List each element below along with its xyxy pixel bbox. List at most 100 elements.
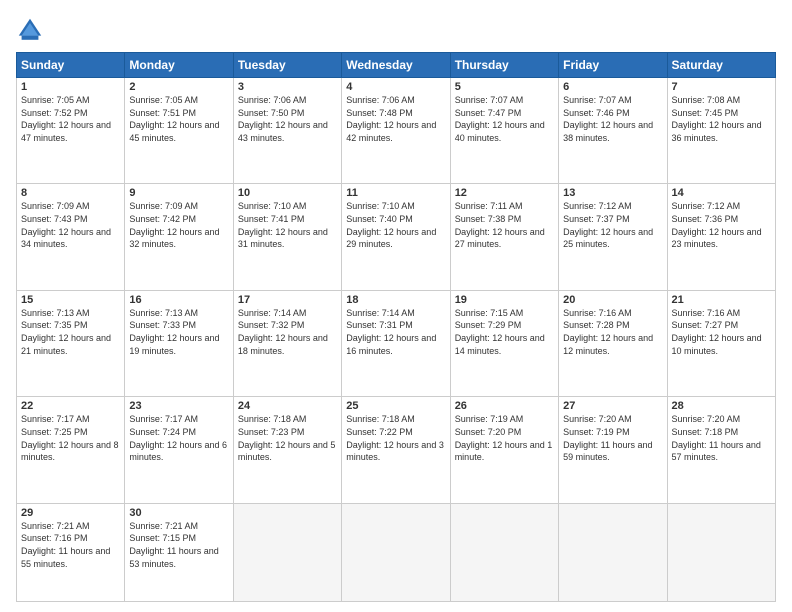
day-number: 28 bbox=[672, 400, 771, 412]
logo-icon bbox=[16, 16, 44, 44]
calendar-cell bbox=[450, 503, 558, 601]
day-info: Sunrise: 7:09 AM Sunset: 7:43 PM Dayligh… bbox=[21, 200, 120, 250]
calendar-cell: 5Sunrise: 7:07 AM Sunset: 7:47 PM Daylig… bbox=[450, 78, 558, 184]
calendar-cell bbox=[667, 503, 775, 601]
weekday-header-thursday: Thursday bbox=[450, 53, 558, 78]
calendar-cell: 29Sunrise: 7:21 AM Sunset: 7:16 PM Dayli… bbox=[17, 503, 125, 601]
day-number: 3 bbox=[238, 81, 337, 93]
calendar-cell bbox=[559, 503, 667, 601]
calendar-cell: 3Sunrise: 7:06 AM Sunset: 7:50 PM Daylig… bbox=[233, 78, 341, 184]
calendar-cell bbox=[233, 503, 341, 601]
day-info: Sunrise: 7:21 AM Sunset: 7:15 PM Dayligh… bbox=[129, 520, 228, 570]
day-number: 11 bbox=[346, 187, 445, 199]
calendar-cell: 30Sunrise: 7:21 AM Sunset: 7:15 PM Dayli… bbox=[125, 503, 233, 601]
day-info: Sunrise: 7:10 AM Sunset: 7:40 PM Dayligh… bbox=[346, 200, 445, 250]
weekday-header-sunday: Sunday bbox=[17, 53, 125, 78]
header bbox=[16, 16, 776, 44]
calendar-cell: 20Sunrise: 7:16 AM Sunset: 7:28 PM Dayli… bbox=[559, 290, 667, 396]
calendar-cell: 6Sunrise: 7:07 AM Sunset: 7:46 PM Daylig… bbox=[559, 78, 667, 184]
day-info: Sunrise: 7:10 AM Sunset: 7:41 PM Dayligh… bbox=[238, 200, 337, 250]
calendar-cell: 28Sunrise: 7:20 AM Sunset: 7:18 PM Dayli… bbox=[667, 397, 775, 503]
day-number: 18 bbox=[346, 294, 445, 306]
calendar-week-4: 22Sunrise: 7:17 AM Sunset: 7:25 PM Dayli… bbox=[17, 397, 776, 503]
day-number: 6 bbox=[563, 81, 662, 93]
day-number: 12 bbox=[455, 187, 554, 199]
calendar-cell: 7Sunrise: 7:08 AM Sunset: 7:45 PM Daylig… bbox=[667, 78, 775, 184]
calendar-cell: 27Sunrise: 7:20 AM Sunset: 7:19 PM Dayli… bbox=[559, 397, 667, 503]
day-number: 10 bbox=[238, 187, 337, 199]
day-number: 9 bbox=[129, 187, 228, 199]
day-info: Sunrise: 7:12 AM Sunset: 7:37 PM Dayligh… bbox=[563, 200, 662, 250]
day-info: Sunrise: 7:20 AM Sunset: 7:19 PM Dayligh… bbox=[563, 413, 662, 463]
calendar-cell: 9Sunrise: 7:09 AM Sunset: 7:42 PM Daylig… bbox=[125, 184, 233, 290]
day-number: 30 bbox=[129, 507, 228, 519]
calendar-cell: 10Sunrise: 7:10 AM Sunset: 7:41 PM Dayli… bbox=[233, 184, 341, 290]
calendar-cell: 4Sunrise: 7:06 AM Sunset: 7:48 PM Daylig… bbox=[342, 78, 450, 184]
day-info: Sunrise: 7:13 AM Sunset: 7:33 PM Dayligh… bbox=[129, 307, 228, 357]
day-number: 21 bbox=[672, 294, 771, 306]
day-number: 25 bbox=[346, 400, 445, 412]
day-number: 2 bbox=[129, 81, 228, 93]
day-number: 27 bbox=[563, 400, 662, 412]
weekday-header-tuesday: Tuesday bbox=[233, 53, 341, 78]
day-info: Sunrise: 7:20 AM Sunset: 7:18 PM Dayligh… bbox=[672, 413, 771, 463]
calendar-cell: 26Sunrise: 7:19 AM Sunset: 7:20 PM Dayli… bbox=[450, 397, 558, 503]
day-info: Sunrise: 7:06 AM Sunset: 7:50 PM Dayligh… bbox=[238, 94, 337, 144]
logo bbox=[16, 16, 48, 44]
day-number: 7 bbox=[672, 81, 771, 93]
calendar-cell: 13Sunrise: 7:12 AM Sunset: 7:37 PM Dayli… bbox=[559, 184, 667, 290]
weekday-header-wednesday: Wednesday bbox=[342, 53, 450, 78]
calendar-cell bbox=[342, 503, 450, 601]
weekday-header-friday: Friday bbox=[559, 53, 667, 78]
day-number: 22 bbox=[21, 400, 120, 412]
day-info: Sunrise: 7:19 AM Sunset: 7:20 PM Dayligh… bbox=[455, 413, 554, 463]
day-info: Sunrise: 7:07 AM Sunset: 7:47 PM Dayligh… bbox=[455, 94, 554, 144]
day-info: Sunrise: 7:11 AM Sunset: 7:38 PM Dayligh… bbox=[455, 200, 554, 250]
day-number: 19 bbox=[455, 294, 554, 306]
day-info: Sunrise: 7:16 AM Sunset: 7:27 PM Dayligh… bbox=[672, 307, 771, 357]
day-info: Sunrise: 7:12 AM Sunset: 7:36 PM Dayligh… bbox=[672, 200, 771, 250]
day-number: 14 bbox=[672, 187, 771, 199]
calendar-cell: 22Sunrise: 7:17 AM Sunset: 7:25 PM Dayli… bbox=[17, 397, 125, 503]
day-number: 17 bbox=[238, 294, 337, 306]
day-number: 8 bbox=[21, 187, 120, 199]
calendar-cell: 14Sunrise: 7:12 AM Sunset: 7:36 PM Dayli… bbox=[667, 184, 775, 290]
calendar-cell: 18Sunrise: 7:14 AM Sunset: 7:31 PM Dayli… bbox=[342, 290, 450, 396]
day-number: 4 bbox=[346, 81, 445, 93]
calendar-cell: 24Sunrise: 7:18 AM Sunset: 7:23 PM Dayli… bbox=[233, 397, 341, 503]
weekday-header-monday: Monday bbox=[125, 53, 233, 78]
calendar-table: SundayMondayTuesdayWednesdayThursdayFrid… bbox=[16, 52, 776, 602]
calendar-cell: 23Sunrise: 7:17 AM Sunset: 7:24 PM Dayli… bbox=[125, 397, 233, 503]
weekday-header-saturday: Saturday bbox=[667, 53, 775, 78]
day-number: 13 bbox=[563, 187, 662, 199]
calendar-week-5: 29Sunrise: 7:21 AM Sunset: 7:16 PM Dayli… bbox=[17, 503, 776, 601]
calendar-week-3: 15Sunrise: 7:13 AM Sunset: 7:35 PM Dayli… bbox=[17, 290, 776, 396]
calendar-cell: 21Sunrise: 7:16 AM Sunset: 7:27 PM Dayli… bbox=[667, 290, 775, 396]
calendar-cell: 8Sunrise: 7:09 AM Sunset: 7:43 PM Daylig… bbox=[17, 184, 125, 290]
calendar-cell: 19Sunrise: 7:15 AM Sunset: 7:29 PM Dayli… bbox=[450, 290, 558, 396]
calendar-cell: 15Sunrise: 7:13 AM Sunset: 7:35 PM Dayli… bbox=[17, 290, 125, 396]
day-info: Sunrise: 7:06 AM Sunset: 7:48 PM Dayligh… bbox=[346, 94, 445, 144]
day-number: 5 bbox=[455, 81, 554, 93]
page: SundayMondayTuesdayWednesdayThursdayFrid… bbox=[0, 0, 792, 612]
weekday-header-row: SundayMondayTuesdayWednesdayThursdayFrid… bbox=[17, 53, 776, 78]
day-info: Sunrise: 7:14 AM Sunset: 7:32 PM Dayligh… bbox=[238, 307, 337, 357]
day-info: Sunrise: 7:14 AM Sunset: 7:31 PM Dayligh… bbox=[346, 307, 445, 357]
day-info: Sunrise: 7:13 AM Sunset: 7:35 PM Dayligh… bbox=[21, 307, 120, 357]
day-number: 15 bbox=[21, 294, 120, 306]
day-info: Sunrise: 7:17 AM Sunset: 7:25 PM Dayligh… bbox=[21, 413, 120, 463]
day-info: Sunrise: 7:18 AM Sunset: 7:23 PM Dayligh… bbox=[238, 413, 337, 463]
day-number: 16 bbox=[129, 294, 228, 306]
day-info: Sunrise: 7:16 AM Sunset: 7:28 PM Dayligh… bbox=[563, 307, 662, 357]
day-info: Sunrise: 7:05 AM Sunset: 7:51 PM Dayligh… bbox=[129, 94, 228, 144]
day-number: 20 bbox=[563, 294, 662, 306]
day-info: Sunrise: 7:15 AM Sunset: 7:29 PM Dayligh… bbox=[455, 307, 554, 357]
day-number: 24 bbox=[238, 400, 337, 412]
calendar-cell: 25Sunrise: 7:18 AM Sunset: 7:22 PM Dayli… bbox=[342, 397, 450, 503]
day-number: 1 bbox=[21, 81, 120, 93]
day-info: Sunrise: 7:17 AM Sunset: 7:24 PM Dayligh… bbox=[129, 413, 228, 463]
calendar-week-1: 1Sunrise: 7:05 AM Sunset: 7:52 PM Daylig… bbox=[17, 78, 776, 184]
calendar-cell: 17Sunrise: 7:14 AM Sunset: 7:32 PM Dayli… bbox=[233, 290, 341, 396]
calendar-cell: 11Sunrise: 7:10 AM Sunset: 7:40 PM Dayli… bbox=[342, 184, 450, 290]
day-number: 29 bbox=[21, 507, 120, 519]
